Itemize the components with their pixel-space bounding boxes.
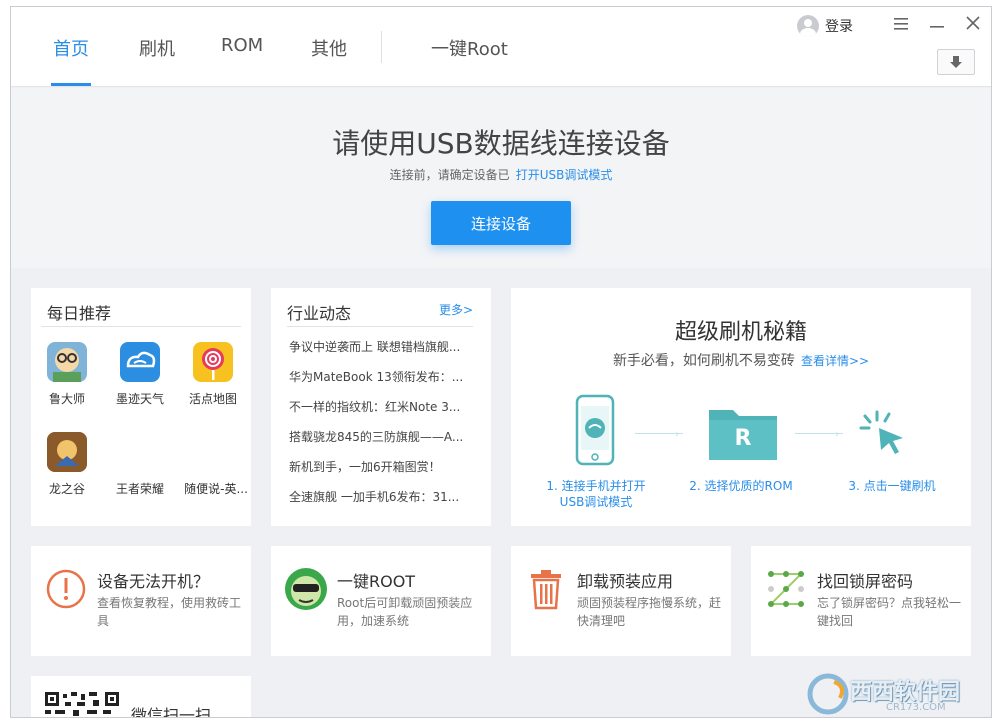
- trash-icon: [525, 568, 567, 610]
- active-tab-indicator: [51, 83, 91, 86]
- connect-device-button[interactable]: 连接设备: [431, 201, 571, 245]
- hero-title: 请使用USB数据线连接设备: [332, 127, 670, 160]
- step-1-line-1: 1. 连接手机并打开: [546, 479, 646, 493]
- news-item[interactable]: 争议中逆袭而上 联想错档旗舰...: [289, 338, 465, 355]
- app-name: 龙之谷: [48, 482, 85, 496]
- menu-icon[interactable]: [891, 15, 911, 35]
- rom-folder-icon: R: [707, 404, 779, 462]
- news-item[interactable]: 搭载骁龙845的三防旗舰——A...: [289, 428, 465, 445]
- feature-desc: 顽固预装程序拖慢系统，赶快清理吧: [577, 596, 722, 628]
- minimize-icon[interactable]: [927, 15, 947, 35]
- root-mascot-icon: [283, 566, 329, 612]
- usb-debug-link[interactable]: 打开USB调试模式: [516, 168, 613, 182]
- news-item[interactable]: 全速旗舰 一加手机6发布：31...: [289, 488, 465, 505]
- qr-code-icon: [45, 692, 119, 717]
- feature-title: 卸载预装应用: [577, 572, 674, 591]
- app-window: 首页 刷机 ROM 其他 一键Root 登录 请使用USB数据线连接设备 连接前…: [10, 6, 992, 718]
- news-item[interactable]: 新机到手，一加6开箱图赏！: [289, 458, 465, 475]
- arrow-head-icon: ›: [835, 429, 839, 440]
- dragon-nest-icon: [47, 432, 87, 472]
- feature-desc: 查看恢复教程，使用救砖工具: [97, 596, 242, 628]
- tab-one-click-root[interactable]: 一键Root: [431, 35, 508, 61]
- recover-lock-password-card[interactable]: 找回锁屏密码 忘了锁屏密码？点我轻松一键找回: [751, 546, 971, 656]
- tab-rom[interactable]: ROM: [221, 35, 263, 56]
- step-3-label: 3. 点击一键刷机: [848, 479, 936, 493]
- app-name: 随便说-英...: [184, 482, 248, 496]
- site-watermark: 西西软件园 CR173.COM: [806, 672, 992, 716]
- guide-detail-link[interactable]: 查看详情>>: [801, 354, 869, 368]
- app-name: 鲁大师: [48, 392, 85, 406]
- top-bar: 首页 刷机 ROM 其他 一键Root 登录: [11, 7, 991, 87]
- daily-recommend-title: 每日推荐: [47, 304, 112, 323]
- wechat-scan-card[interactable]: 微信扫一扫: [31, 676, 251, 718]
- app-honor-of-kings[interactable]: 王者荣耀: [105, 480, 175, 497]
- phone-icon: [575, 394, 615, 466]
- step-2-label: 2. 选择优质的ROM: [689, 479, 793, 493]
- user-avatar-icon: [797, 15, 819, 37]
- hero-subtitle-text: 连接前，请确定设备已: [389, 168, 510, 182]
- click-cursor-icon: [859, 408, 909, 458]
- app-ludashi[interactable]: 鲁大师: [32, 342, 102, 407]
- feature-desc: 忘了锁屏密码？点我轻松一键找回: [817, 596, 962, 628]
- lollipop-icon: [193, 342, 233, 382]
- tab-divider: [381, 31, 382, 63]
- app-huodian-map[interactable]: 活点地图: [178, 342, 248, 407]
- rom-letter: R: [734, 426, 752, 451]
- close-icon[interactable]: [963, 15, 983, 35]
- pattern-lock-icon: [765, 568, 807, 610]
- guide-subtitle: 新手必看，如何刷机不易变砖 查看详情>>: [511, 350, 971, 370]
- download-arrow-icon: [950, 56, 962, 68]
- download-button[interactable]: [937, 49, 975, 75]
- ludashi-icon: [47, 342, 87, 382]
- app-name: 墨迹天气: [115, 392, 164, 406]
- arrow-head-icon: ›: [675, 429, 679, 440]
- app-dragon-nest[interactable]: 龙之谷: [32, 432, 102, 497]
- news-more-link[interactable]: 更多>: [439, 301, 473, 318]
- step-1-line-2: USB调试模式: [559, 495, 633, 509]
- feature-title: 找回锁屏密码: [817, 572, 914, 591]
- flash-guide-card: 超级刷机秘籍 新手必看，如何刷机不易变砖 查看详情>> › R › 1. 连接手机…: [511, 288, 971, 526]
- news-item[interactable]: 华为MateBook 13领衔发布：...: [289, 368, 465, 385]
- connect-hero: 请使用USB数据线连接设备 连接前，请确定设备已 打开USB调试模式 连接设备: [11, 88, 991, 268]
- app-suibianshuo[interactable]: 随便说-英...: [178, 480, 254, 497]
- wechat-scan-label: 微信扫一扫: [131, 706, 212, 718]
- moji-weather-icon: [120, 342, 160, 382]
- boot-rescue-card[interactable]: 设备无法开机？ 查看恢复教程，使用救砖工具: [31, 546, 251, 656]
- login-label: 登录: [825, 19, 853, 35]
- guide-title: 超级刷机秘籍: [674, 320, 807, 345]
- feature-title: 设备无法开机？: [97, 572, 210, 591]
- one-click-root-card[interactable]: 一键ROOT Root后可卸载顽固预装应用，加速系统: [271, 546, 491, 656]
- guide-subtitle-text: 新手必看，如何刷机不易变砖: [612, 353, 795, 369]
- tab-home[interactable]: 首页: [53, 35, 89, 61]
- feature-title: 一键ROOT: [337, 572, 416, 591]
- step-1-label: 1. 连接手机并打开 USB调试模式: [531, 478, 661, 510]
- app-name: 王者荣耀: [115, 482, 164, 496]
- uninstall-preinstalled-card[interactable]: 卸载预装应用 顽固预装程序拖慢系统，赶快清理吧: [511, 546, 731, 656]
- login-button[interactable]: 登录: [797, 15, 853, 37]
- app-name: 活点地图: [188, 392, 237, 406]
- feature-desc: Root后可卸载顽固预装应用，加速系统: [337, 596, 473, 628]
- divider: [287, 326, 473, 327]
- industry-news-card: 行业动态 更多> 争议中逆袭而上 联想错档旗舰... 华为MateBook 13…: [271, 288, 491, 526]
- tab-flash[interactable]: 刷机: [139, 35, 175, 61]
- watermark-subtext: CR173.COM: [886, 702, 946, 713]
- tab-other[interactable]: 其他: [311, 35, 347, 61]
- hero-subtitle: 连接前，请确定设备已 打开USB调试模式: [11, 166, 991, 183]
- industry-news-title: 行业动态: [287, 304, 352, 323]
- news-item[interactable]: 不一样的指纹机：红米Note 3...: [289, 398, 465, 415]
- warning-icon: [45, 568, 87, 610]
- daily-recommend-card: 每日推荐 鲁大师 墨迹天气 活点地图 龙之谷 王者荣耀 随便说-英...: [31, 288, 251, 526]
- app-moji-weather[interactable]: 墨迹天气: [105, 342, 175, 407]
- divider: [41, 326, 241, 327]
